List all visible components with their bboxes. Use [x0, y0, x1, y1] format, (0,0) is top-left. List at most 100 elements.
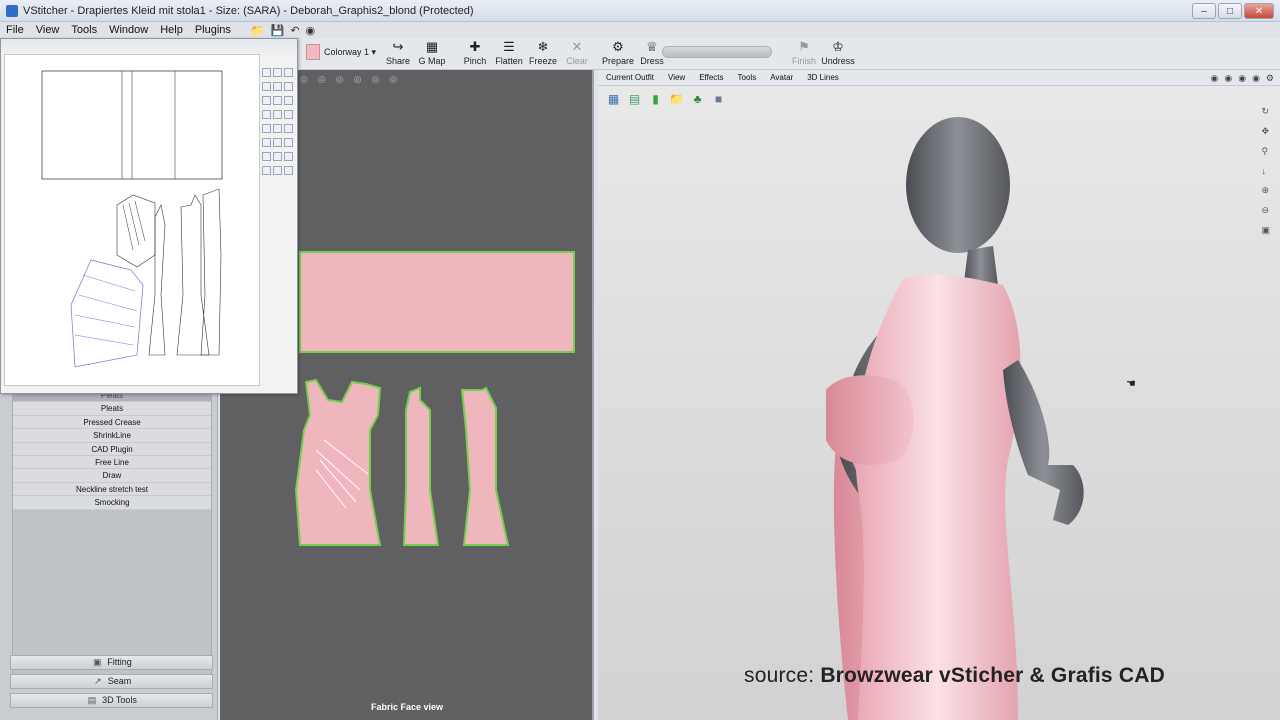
grafis-tool-icon[interactable]: [284, 138, 293, 147]
pinch-icon: ✚: [469, 39, 481, 54]
grafis-tool-icon[interactable]: [273, 138, 282, 147]
grafis-title-bar: [1, 39, 297, 47]
grafis-tool-icon[interactable]: [284, 68, 293, 77]
grafis-tool-icon[interactable]: [262, 138, 271, 147]
menu-file[interactable]: File: [6, 24, 24, 36]
toolbar-label: Flatten: [495, 56, 523, 66]
grafis-tool-icon[interactable]: [273, 82, 282, 91]
prepare-icon: ⚙: [612, 39, 624, 54]
clear-button[interactable]: ✕ Clear: [559, 39, 595, 67]
tool-draw[interactable]: Draw: [13, 469, 211, 483]
flatten-button[interactable]: ☰ Flatten: [491, 40, 527, 67]
g-map-button[interactable]: ▦ G Map: [414, 39, 450, 67]
menu-bar: File View Tools Window Help Plugins 📁 💾 …: [0, 22, 315, 38]
menu-plugins[interactable]: Plugins: [195, 24, 231, 36]
tool-shrinkline[interactable]: ShrinkLine: [13, 429, 211, 443]
toolbar-label: Finish: [791, 56, 816, 66]
grafis-tool-icon[interactable]: [273, 96, 282, 105]
dress-icon: ♕: [646, 39, 658, 54]
grafis-tool-icon[interactable]: [262, 96, 271, 105]
map-icon: ▦: [425, 39, 439, 54]
front-draped-piece[interactable]: [294, 378, 382, 546]
menu-tools[interactable]: Tools: [71, 24, 97, 36]
toolbar-label: G Map: [418, 56, 446, 66]
grafis-canvas[interactable]: [4, 54, 260, 386]
minimize-button[interactable]: –: [1192, 3, 1216, 19]
grafis-tool-icon[interactable]: [273, 110, 282, 119]
finish-button[interactable]: ⚑ Finish: [786, 39, 822, 67]
undress-icon: ♔: [832, 39, 844, 54]
tool-cad-plugin[interactable]: CAD Plugin: [13, 442, 211, 456]
tool-pressed-crease[interactable]: Pressed Crease: [13, 415, 211, 430]
tool-neckline-stretch-test[interactable]: Neckline stretch test: [13, 482, 211, 497]
grafis-tool-icon[interactable]: [284, 110, 293, 119]
grafis-menu-bar: [1, 47, 297, 53]
grafis-tool-palette: [261, 67, 297, 387]
clear-icon: ✕: [571, 39, 583, 54]
undo-icon[interactable]: ↶: [290, 24, 299, 37]
save-icon[interactable]: 💾: [271, 24, 285, 37]
tool-list: Pleats Pleats Pressed Crease ShrinkLine …: [12, 388, 212, 688]
mouse-cursor-icon: ☚: [1126, 378, 1136, 390]
maximize-button[interactable]: □: [1218, 3, 1242, 19]
camera-icon[interactable]: ◉: [306, 24, 316, 37]
open-folder-icon[interactable]: 📁: [251, 24, 265, 37]
undress-button[interactable]: ♔ Undress: [820, 39, 856, 67]
grafis-tool-icon[interactable]: [262, 166, 271, 175]
prepare-button[interactable]: ⚙ Prepare: [600, 39, 636, 67]
avatar-model: [826, 117, 1084, 720]
grafis-tool-icon[interactable]: [284, 166, 293, 175]
stole-piece[interactable]: [299, 251, 575, 353]
toolbar-label: Pinch: [463, 56, 487, 66]
grafis-cad-window[interactable]: [0, 38, 298, 394]
grafis-tool-icon[interactable]: [262, 82, 271, 91]
accordion-3d-tools[interactable]: ▤ 3D Tools: [10, 693, 213, 708]
main-toolbar: Colorway 1 ▾ ↪ Share ▦ G Map ✚ Pinch ☰ Flatten ❄…: [300, 38, 1280, 70]
grafis-tool-icon[interactable]: [273, 166, 282, 175]
window-title: VStitcher - Drapiertes Kleid mit stola1 …: [23, 4, 474, 17]
back-piece[interactable]: [460, 386, 510, 546]
menu-help[interactable]: Help: [160, 24, 183, 36]
grafis-tool-icon[interactable]: [273, 152, 282, 161]
grafis-tool-icon[interactable]: [284, 82, 293, 91]
share-button[interactable]: ↪ Share: [380, 40, 416, 67]
avatar-head: [906, 117, 1010, 253]
finish-icon: ⚑: [798, 39, 810, 54]
grafis-tool-icon[interactable]: [273, 68, 282, 77]
fitting-icon: ▣: [92, 657, 102, 667]
toolbar-label: Share: [385, 56, 411, 66]
quick-access: 📁 💾 ↶ ◉: [251, 24, 315, 37]
grafis-tool-icon[interactable]: [284, 124, 293, 133]
grafis-tool-icon[interactable]: [262, 124, 271, 133]
toolbar-label: Prepare: [601, 56, 635, 66]
grafis-tool-icon[interactable]: [284, 96, 293, 105]
title-bar: VStitcher - Drapiertes Kleid mit stola1 …: [0, 0, 1280, 22]
dress-body: [855, 274, 1021, 720]
freeze-button[interactable]: ❄ Freeze: [525, 40, 561, 67]
grafis-tool-icon[interactable]: [273, 124, 282, 133]
menu-window[interactable]: Window: [109, 24, 148, 36]
app-icon: [6, 4, 18, 17]
toolbar-label: Freeze: [528, 56, 557, 66]
view2d-caption: Fabric Face view: [370, 702, 444, 712]
window-controls: – □ ✕: [1192, 3, 1274, 19]
colorway-swatch[interactable]: [306, 44, 320, 60]
accordion-seam[interactable]: ↗ Seam: [10, 674, 213, 689]
grafis-pattern-drawing: [41, 70, 223, 368]
menu-view[interactable]: View: [36, 24, 60, 36]
colorway-select[interactable]: Colorway 1 ▾: [324, 47, 376, 58]
tool-smocking[interactable]: Smocking: [13, 496, 211, 510]
toolbar-label: Dress: [640, 56, 664, 66]
grafis-tool-icon[interactable]: [262, 110, 271, 119]
accordion-fitting[interactable]: ▣ Fitting: [10, 655, 213, 670]
side-front-piece[interactable]: [402, 386, 440, 546]
grafis-tool-icon[interactable]: [262, 152, 271, 161]
tool-pleats[interactable]: Pleats: [13, 402, 211, 416]
avatar-3d-view[interactable]: Current Outfit View Effects Tools Avatar…: [598, 70, 1280, 720]
3d-tools-icon: ▤: [87, 695, 97, 705]
tool-free-line[interactable]: Free Line: [13, 455, 211, 470]
grafis-tool-icon[interactable]: [262, 68, 271, 77]
pinch-button[interactable]: ✚ Pinch: [457, 39, 493, 67]
grafis-tool-icon[interactable]: [284, 152, 293, 161]
close-button[interactable]: ✕: [1244, 3, 1274, 19]
